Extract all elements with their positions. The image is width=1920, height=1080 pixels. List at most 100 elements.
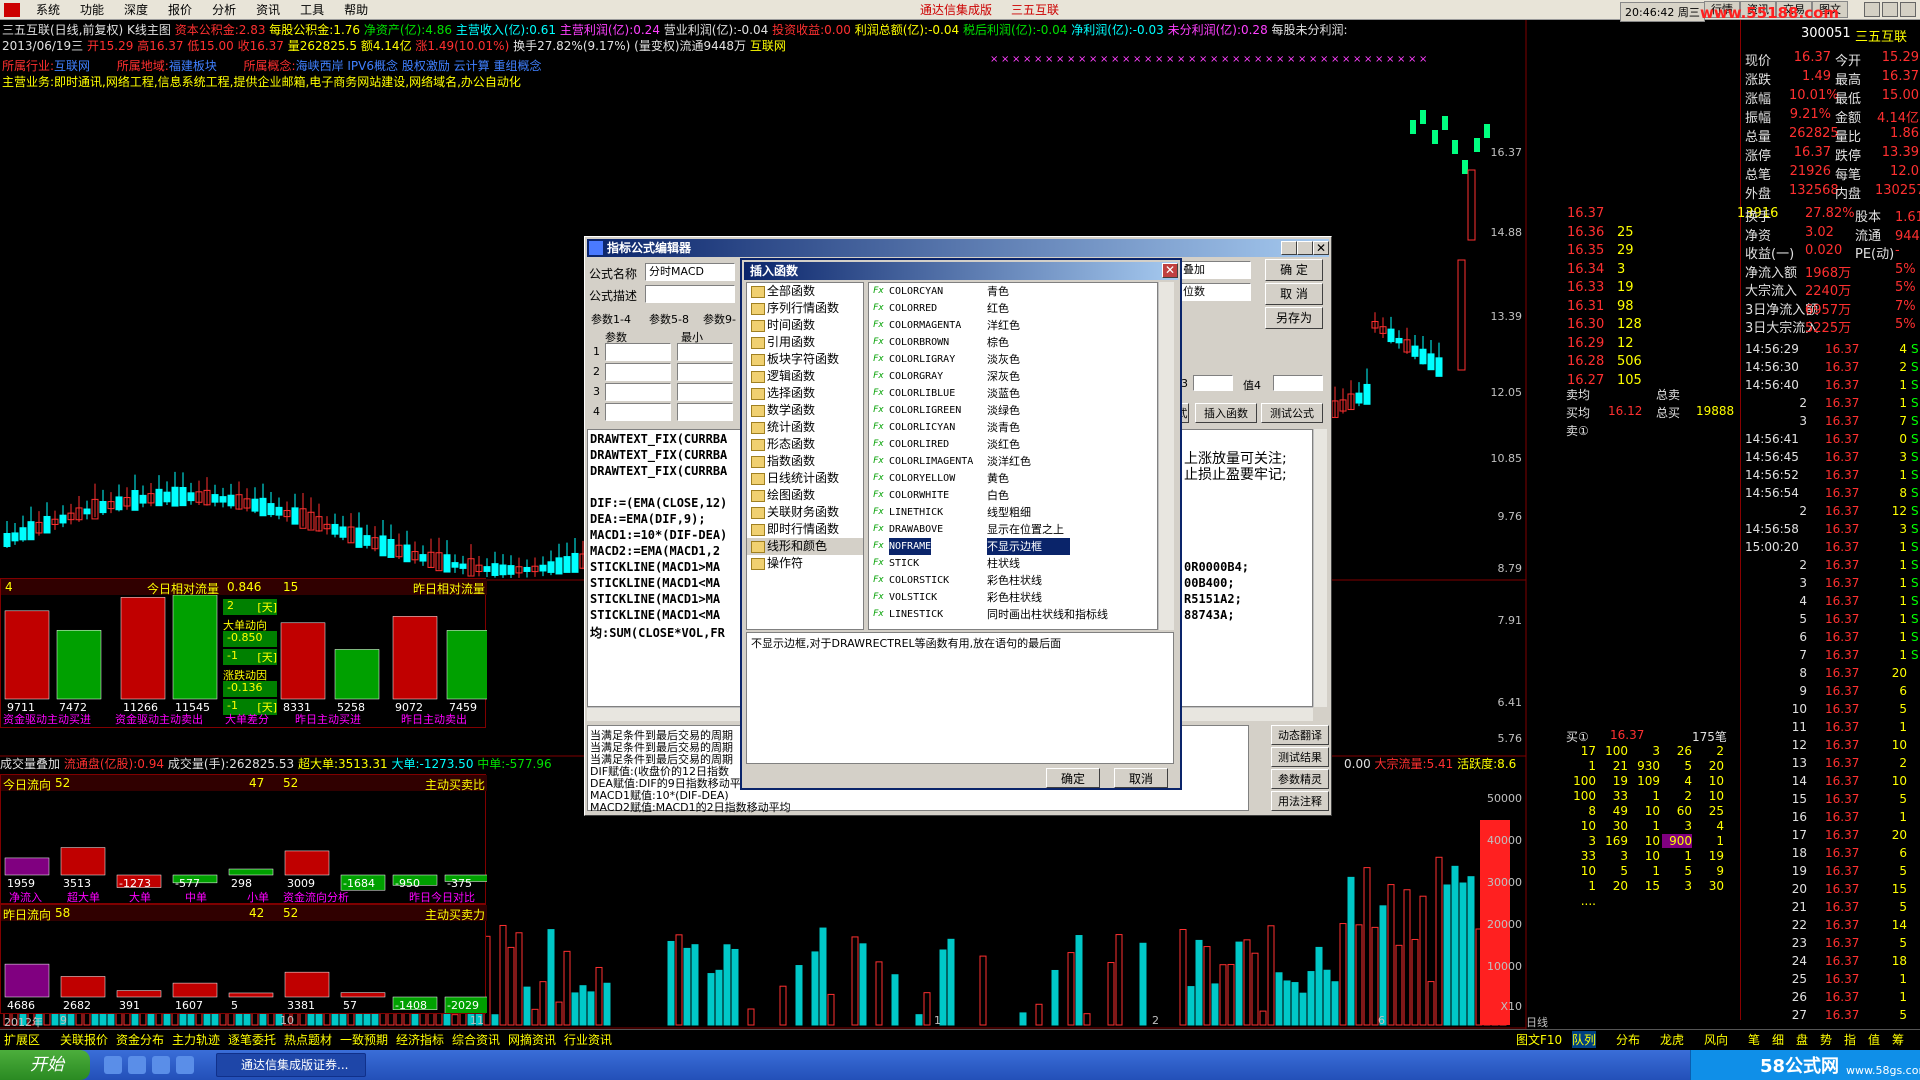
right-tab[interactable]: 势 <box>1820 1031 1832 1048</box>
quicklaunch-icon[interactable] <box>104 1056 122 1074</box>
param-2-name[interactable] <box>605 363 671 381</box>
menu-analysis[interactable]: 分析 <box>202 0 246 20</box>
param-3-name[interactable] <box>605 383 671 401</box>
insert-cancel-button[interactable]: 取消 <box>1114 768 1168 788</box>
function-item[interactable]: Fx NOFRAME 不显示边框 <box>869 538 1157 555</box>
function-item[interactable]: Fx COLORWHITE 白色 <box>869 487 1157 504</box>
category-item[interactable]: 统计函数 <box>747 419 863 436</box>
category-item[interactable]: 即时行情函数 <box>747 521 863 538</box>
bottom-tab[interactable]: 关联报价 <box>60 1031 108 1048</box>
bottom-tab[interactable]: 主力轨迹 <box>172 1031 220 1048</box>
test-formula-button[interactable]: 测试公式 <box>1261 403 1323 423</box>
right-tab[interactable]: 细 <box>1772 1031 1784 1048</box>
function-item[interactable]: Fx COLORSTICK 彩色柱状线 <box>869 572 1157 589</box>
formula-desc-input[interactable] <box>645 285 735 303</box>
editor-maximize-icon[interactable] <box>1297 241 1313 255</box>
orderbook-row[interactable]: 16.34 3 <box>1567 262 1743 281</box>
right-tab[interactable]: 筹 <box>1892 1031 1904 1048</box>
right-tab[interactable]: 队列 <box>1572 1031 1597 1048</box>
menu-news[interactable]: 资讯 <box>246 0 290 20</box>
category-item[interactable]: 指数函数 <box>747 453 863 470</box>
taskbar-app-button[interactable]: 通达信集成版证券... <box>216 1053 366 1077</box>
function-list[interactable]: Fx COLORCYAN 青色 Fx COLORRED 红色 Fx COLORMAGENTA 洋… <box>868 282 1158 630</box>
function-item[interactable]: Fx COLORLIGRAY 淡灰色 <box>869 351 1157 368</box>
orderbook-row[interactable]: 16.31 98 <box>1567 299 1743 318</box>
function-item[interactable]: Fx COLORRED 红色 <box>869 300 1157 317</box>
start-button[interactable]: 开始 <box>0 1050 90 1080</box>
param-1-min[interactable] <box>677 343 733 361</box>
function-item[interactable]: Fx COLORCYAN 青色 <box>869 283 1157 300</box>
category-list[interactable]: 全部函数 序列行情函数 时间函数 引用函数 板块字符函数 逻辑函数 选择函数 数学函数 统计函数… <box>746 282 864 630</box>
category-item[interactable]: 线形和颜色 <box>747 538 863 555</box>
tab-params-1[interactable]: 参数1-4 <box>591 311 631 327</box>
right-tab[interactable]: 龙虎 <box>1660 1031 1684 1048</box>
editor-minimize-icon[interactable] <box>1281 241 1297 255</box>
function-item[interactable]: Fx COLORLIGREEN 淡绿色 <box>869 402 1157 419</box>
close-icon[interactable] <box>1900 2 1916 17</box>
save-as-button[interactable]: 另存为 <box>1265 307 1323 329</box>
bottom-tab[interactable]: 行业资讯 <box>564 1031 612 1048</box>
usage-notes-button[interactable]: 用法注释 <box>1271 791 1329 811</box>
value3-input[interactable] <box>1193 375 1233 391</box>
ok-button[interactable]: 确 定 <box>1265 259 1323 281</box>
orderbook-row[interactable]: 16.37 13916 <box>1567 206 1778 225</box>
param-4-name[interactable] <box>605 403 671 421</box>
orderbook-row[interactable]: 16.36 25 <box>1567 225 1743 244</box>
function-item[interactable]: Fx STICK 柱状线 <box>869 555 1157 572</box>
category-item[interactable]: 引用函数 <box>747 334 863 351</box>
param-4-min[interactable] <box>677 403 733 421</box>
param-2-min[interactable] <box>677 363 733 381</box>
decimals-select[interactable]: 位数 <box>1179 283 1251 301</box>
param-1-name[interactable] <box>605 343 671 361</box>
category-item[interactable]: 选择函数 <box>747 385 863 402</box>
function-item[interactable]: Fx COLORLIRED 淡红色 <box>869 436 1157 453</box>
bottom-tab[interactable]: 网摘资讯 <box>508 1031 556 1048</box>
maximize-icon[interactable] <box>1882 2 1898 17</box>
right-tab[interactable]: 盘 <box>1796 1031 1808 1048</box>
overlay-select[interactable]: 叠加 <box>1179 261 1251 279</box>
menu-help[interactable]: 帮助 <box>334 0 378 20</box>
category-item[interactable]: 序列行情函数 <box>747 300 863 317</box>
function-item[interactable]: Fx LINESTICK 同时画出柱状线和指标线 <box>869 606 1157 623</box>
function-item[interactable]: Fx COLORYELLOW 黄色 <box>869 470 1157 487</box>
category-item[interactable]: 数学函数 <box>747 402 863 419</box>
param-wizard-button[interactable]: 参数精灵 <box>1271 769 1329 789</box>
desktop-icon[interactable] <box>152 1056 170 1074</box>
menu-depth[interactable]: 深度 <box>114 0 158 20</box>
function-item[interactable]: Fx LINETHICK 线型粗细 <box>869 504 1157 521</box>
orderbook-row[interactable]: 16.33 19 <box>1567 280 1743 299</box>
bottom-tab[interactable]: 扩展区 <box>4 1031 40 1048</box>
category-item[interactable]: 全部函数 <box>747 283 863 300</box>
cancel-button[interactable]: 取 消 <box>1265 283 1323 305</box>
function-item[interactable]: Fx COLORLIBLUE 淡蓝色 <box>869 385 1157 402</box>
category-item[interactable]: 操作符 <box>747 555 863 572</box>
orderbook-row[interactable]: 16.30 128 <box>1567 317 1743 336</box>
category-item[interactable]: 关联财务函数 <box>747 504 863 521</box>
right-tab[interactable]: 分布 <box>1616 1031 1640 1048</box>
function-item[interactable]: Fx COLORGRAY 深灰色 <box>869 368 1157 385</box>
function-item[interactable]: Fx COLORMAGENTA 洋红色 <box>869 317 1157 334</box>
bottom-tab[interactable]: 经济指标 <box>396 1031 444 1048</box>
insert-close-icon[interactable]: ✕ <box>1162 263 1178 278</box>
bottom-tab[interactable]: 热点题材 <box>284 1031 332 1048</box>
category-item[interactable]: 时间函数 <box>747 317 863 334</box>
tab-params-5[interactable]: 参数5-8 <box>649 311 689 327</box>
function-item[interactable]: Fx COLORLICYAN 淡青色 <box>869 419 1157 436</box>
tab-params-9[interactable]: 参数9- <box>703 311 736 327</box>
menu-function[interactable]: 功能 <box>70 0 114 20</box>
category-item[interactable]: 逻辑函数 <box>747 368 863 385</box>
orderbook-row[interactable]: 16.35 29 <box>1567 243 1743 262</box>
function-list-scroll[interactable] <box>1158 282 1174 630</box>
menu-tools[interactable]: 工具 <box>290 0 334 20</box>
insert-function-button[interactable]: 插入函数 <box>1195 403 1257 423</box>
orderbook-row[interactable]: 16.29 12 <box>1567 336 1743 355</box>
insert-ok-button[interactable]: 确定 <box>1046 768 1100 788</box>
category-item[interactable]: 板块字符函数 <box>747 351 863 368</box>
right-tab[interactable]: 笔 <box>1748 1031 1760 1048</box>
value4-input[interactable] <box>1273 375 1323 391</box>
code-vscroll[interactable] <box>1313 429 1327 707</box>
ie-icon[interactable] <box>128 1056 146 1074</box>
category-item[interactable]: 日线统计函数 <box>747 470 863 487</box>
bottom-tab[interactable]: 逐笔委托 <box>228 1031 276 1048</box>
category-item[interactable]: 绘图函数 <box>747 487 863 504</box>
